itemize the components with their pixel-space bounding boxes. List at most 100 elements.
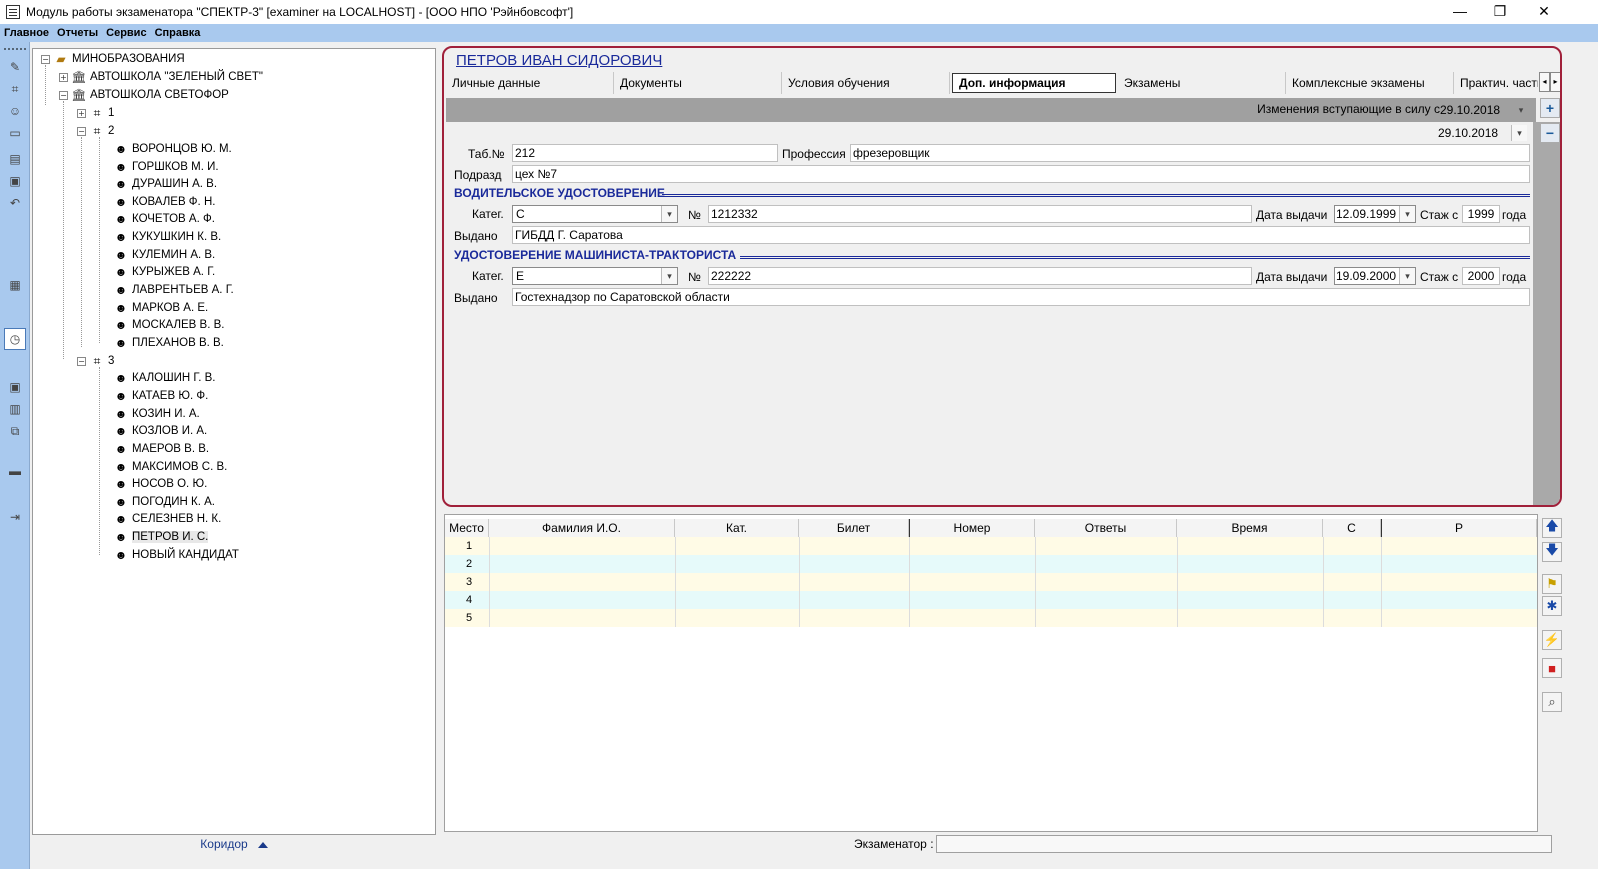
pencil-icon[interactable]: ✎ [6,58,24,76]
col-c[interactable]: С [1323,519,1381,537]
group-icon[interactable]: ⌗ [6,80,24,98]
tab-right-icon[interactable]: ▸ [1550,72,1560,92]
detail-scrollbar[interactable] [1533,122,1560,505]
close-button[interactable]: ✕ [1522,0,1566,24]
chevron-down-icon[interactable]: ▾ [1511,125,1527,141]
lightning-icon[interactable]: ⚡ [1542,630,1562,650]
table-row[interactable]: 3 [445,573,1537,591]
driver-number-field[interactable]: 1212332 [708,205,1252,223]
clock-icon[interactable]: ◷ [4,328,26,350]
tab-complex-exams[interactable]: Комплексные экзамены [1286,72,1454,94]
tractor-issued-by-field[interactable]: Гостехнадзор по Саратовской области [512,288,1530,306]
app-icon[interactable] [6,5,20,19]
tree-node-root[interactable]: − ▰ МИНОБРАЗОВАНИЯ [41,51,185,67]
tree-node-person[interactable]: ☻ НОВЫЙ КАНДИДАТ [113,547,239,563]
tree-node-person[interactable]: ☻ КУЛЕМИН А. В. [113,247,216,263]
col-ticket[interactable]: Билет [799,519,909,537]
tree-node-person[interactable]: ☻ КОЧЕТОВ А. Ф. [113,211,215,227]
chevron-down-icon[interactable]: ▾ [1513,102,1529,118]
tree-node-school2[interactable]: − 🏛 АВТОШКОЛА СВЕТОФОР [59,87,229,103]
tree-node-school1[interactable]: + 🏛 АВТОШКОЛА "ЗЕЛЕНЫЙ СВЕТ" [59,69,263,85]
col-name[interactable]: Фамилия И.О. [489,519,675,537]
tab-exams[interactable]: Экзамены [1118,72,1286,94]
tab-documents[interactable]: Документы [614,72,782,94]
tree-node-person[interactable]: ☻ МОСКАЛЕВ В. В. [113,317,225,333]
add-button[interactable]: + [1540,98,1560,118]
save-icon[interactable]: ▣ [6,172,24,190]
stop-icon[interactable]: ■ [1542,658,1562,678]
driver-experience-field[interactable]: 1999 [1462,205,1500,223]
table-icon[interactable]: ▦ [6,276,24,294]
triangle-up-icon[interactable] [257,841,268,848]
undo-icon[interactable]: ↶ [6,194,24,212]
tree-node-person[interactable]: ☻ КУРЫЖЕВ А. Г. [113,264,216,280]
table-row[interactable]: 2 [445,555,1537,573]
menu-help[interactable]: Справка [155,27,201,39]
department-field[interactable]: цех №7 [512,165,1530,183]
tractor-experience-field[interactable]: 2000 [1462,267,1500,285]
col-time[interactable]: Время [1177,519,1323,537]
chevron-down-icon[interactable]: ▾ [1399,206,1415,222]
expand-icon[interactable]: + [77,108,86,118]
driver-issue-date-picker[interactable]: 12.09.1999 ▾ [1334,205,1416,223]
gear-icon[interactable]: ✱ [1542,596,1562,616]
exit-icon[interactable]: ⇥ [6,508,24,526]
col-number[interactable]: Номер [909,519,1035,537]
link-icon[interactable]: ⧉ [6,422,24,440]
tab-additional-info[interactable]: Доп. информация [952,73,1116,93]
collapse-icon[interactable]: − [41,54,50,64]
tree-node-person[interactable]: ☻ КУКУШКИН К. В. [113,229,222,245]
table-row[interactable]: 4 [445,591,1537,609]
tab-left-icon[interactable]: ◂ [1539,72,1550,92]
tree-node-person[interactable]: ☻ НОСОВ О. Ю. [113,476,208,492]
arrow-up-icon[interactable]: 🡅 [1542,518,1562,538]
tree-node-person[interactable]: ☻ МАРКОВ А. Е. [113,300,209,316]
remove-button[interactable]: − [1540,123,1560,143]
history-date-select[interactable]: 29.10.2018 ▾ [1434,124,1528,142]
tree-node-group2[interactable]: − ⌗ 2 [77,123,114,139]
table-row[interactable]: 1 [445,537,1537,555]
tree-node-person[interactable]: ☻ МАЕРОВ В. В. [113,441,209,457]
tree-node-person[interactable]: ☻ КОВАЛЕВ Ф. Н. [113,194,216,210]
tree-node-person[interactable]: ☻ ДУРАШИН А. В. [113,176,217,192]
col-place[interactable]: Место [445,519,489,537]
tree-node-person[interactable]: ☻ СЕЛЕЗНЕВ Н. К. [113,511,222,527]
driver-issued-by-field[interactable]: ГИБДД Г. Саратова [512,226,1530,244]
restore-button[interactable]: ❐ [1478,0,1522,24]
menu-main[interactable]: Главное [4,27,49,39]
col-answers[interactable]: Ответы [1035,519,1177,537]
tractor-number-field[interactable]: 222222 [708,267,1252,285]
tab-practical[interactable]: Практич. часть [1454,72,1538,94]
corridor-bar[interactable]: Коридор [30,835,438,853]
document-icon[interactable]: ▤ [6,150,24,168]
car-icon[interactable]: ▬ [6,462,24,480]
menu-service[interactable]: Сервис [106,27,146,39]
collapse-icon[interactable]: − [77,356,86,366]
tree-node-person[interactable]: ☻ ПОГОДИН К. А. [113,494,215,510]
chevron-down-icon[interactable]: ▾ [1399,268,1415,284]
tab-number-field[interactable]: 212 [512,144,778,162]
edit-icon[interactable]: ▭ [6,124,24,142]
menu-reports[interactable]: Отчеты [57,27,98,39]
col-category[interactable]: Кат. [675,519,799,537]
flag-icon[interactable]: ⚑ [1542,574,1562,594]
expand-icon[interactable]: + [59,72,68,82]
driver-category-select[interactable]: C ▾ [512,205,678,223]
collapse-icon[interactable]: − [59,90,68,100]
tab-training[interactable]: Условия обучения [782,72,950,94]
tree-node-person[interactable]: ☻ ВОРОНЦОВ Ю. М. [113,141,232,157]
tree-node-person[interactable]: ☻ КАТАЕВ Ю. Ф. [113,388,209,404]
changes-date-select[interactable]: 29.10.2018 ▾ [1436,101,1530,119]
tree-node-person[interactable]: ☻ ЛАВРЕНТЬЕВ А. Г. [113,282,234,298]
tab-personal[interactable]: Личные данные [446,72,614,94]
tree-node-group1[interactable]: + ⌗ 1 [77,105,114,121]
tree-node-person[interactable]: ☻ МАКСИМОВ С. В. [113,459,228,475]
collapse-icon[interactable]: − [77,126,86,136]
book-icon[interactable]: ▥ [6,400,24,418]
tractor-category-select[interactable]: E ▾ [512,267,678,285]
profession-field[interactable]: фрезеровщик [850,144,1530,162]
chevron-down-icon[interactable]: ▾ [661,206,677,222]
table-row[interactable]: 5 [445,609,1537,627]
person-icon[interactable]: ☺ [6,102,24,120]
tree-node-person[interactable]: ☻ КОЗЛОВ И. А. [113,423,208,439]
